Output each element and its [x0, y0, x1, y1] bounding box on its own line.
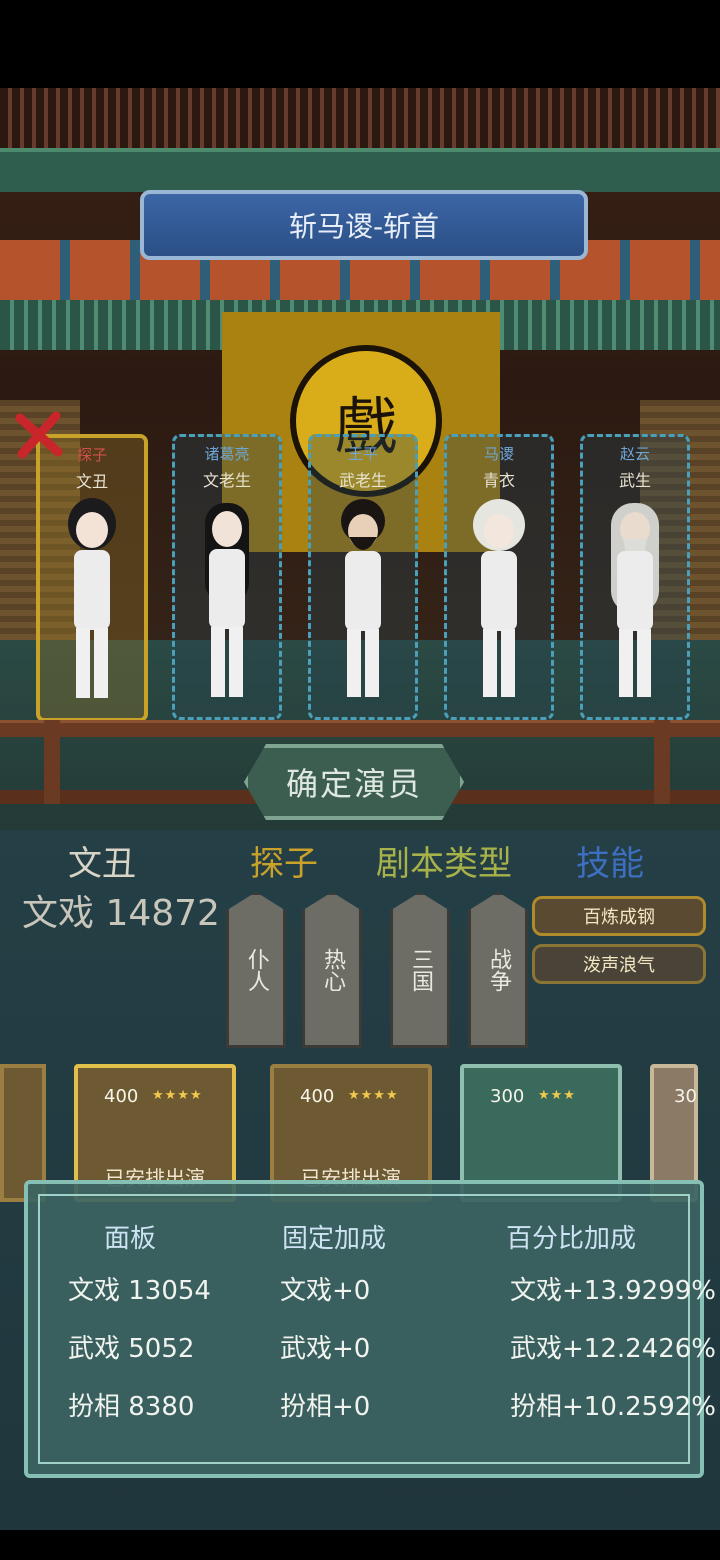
actor-name: 武老生 — [338, 471, 387, 490]
stat-fixed-value: 武戏+0 — [280, 1334, 371, 1364]
actor-slot-5[interactable]: 赵云 武生 — [580, 434, 690, 720]
stat-fixed-value: 文戏+0 — [280, 1276, 371, 1306]
star-rating: ★★★★ — [152, 1088, 203, 1103]
scene-title: 斩马谡-斩首 — [288, 210, 440, 243]
actor-name: 文丑 — [75, 472, 108, 491]
close-icon[interactable] — [12, 408, 66, 462]
stat-panel-value: 武戏 5052 — [68, 1334, 195, 1364]
role-name: 探子 — [250, 844, 318, 884]
trait-tag: 仆人 — [226, 892, 286, 1048]
actor-role: 赵云 — [619, 445, 650, 463]
actor-name: 青衣 — [482, 471, 515, 490]
stat-percent-value: 扮相+10.2592% — [510, 1392, 717, 1422]
actor-slot-3[interactable]: 王平 武老生 — [308, 434, 418, 720]
stat-percent-value: 武戏+12.2426% — [510, 1334, 717, 1364]
actor-figure — [205, 503, 249, 697]
actor-figure — [341, 499, 385, 697]
actor-figure — [68, 498, 116, 698]
rail-post — [44, 720, 60, 804]
stat-panel-value: 扮相 8380 — [68, 1392, 195, 1422]
stats-header: 面板 — [104, 1224, 157, 1254]
stat-panel-value: 文戏 13054 — [68, 1276, 211, 1306]
stat-percent-value: 文戏+13.9299% — [510, 1276, 717, 1306]
script-type-label: 剧本类型 — [376, 844, 512, 884]
skill-label: 技能 — [576, 844, 644, 884]
actor-role: 马谡 — [483, 445, 514, 463]
star-rating: ★★★ — [538, 1088, 576, 1103]
skill-badge[interactable]: 泼声浪气 — [532, 944, 706, 984]
skill-badge[interactable]: 百炼成钢 — [532, 896, 706, 936]
green-beam — [0, 148, 720, 192]
actor-slot-2[interactable]: 诸葛亮 文老生 — [172, 434, 282, 720]
actor-figure — [611, 503, 659, 697]
star-rating: ★★★★ — [348, 1088, 399, 1103]
confirm-actors-button[interactable]: 确定演员 — [244, 744, 464, 820]
script-tag: 战争 — [468, 892, 528, 1048]
bottom-bar — [0, 1530, 720, 1560]
stats-header: 百分比加成 — [506, 1224, 637, 1254]
stats-header: 固定加成 — [282, 1224, 387, 1254]
stage-rail — [0, 720, 720, 737]
actor-role: 王平 — [347, 445, 378, 463]
score-text: 文戏 14872 — [22, 893, 220, 934]
actor-name: 武生 — [618, 471, 651, 490]
actor-slot-1[interactable]: 探子 文丑 — [36, 434, 148, 722]
actor-slot-4[interactable]: 马谡 青衣 — [444, 434, 554, 720]
actor-figure — [473, 499, 525, 697]
lattice-window — [0, 88, 720, 148]
actor-role: 诸葛亮 — [204, 445, 250, 463]
stat-fixed-value: 扮相+0 — [280, 1392, 371, 1422]
trait-tag: 热心 — [302, 892, 362, 1048]
actor-name: 文老生 — [202, 471, 251, 490]
scene-title-plaque: 斩马谡-斩首 — [140, 190, 588, 260]
script-tag: 三国 — [390, 892, 450, 1048]
role-type: 文丑 — [68, 844, 136, 884]
rail-post — [654, 720, 670, 804]
